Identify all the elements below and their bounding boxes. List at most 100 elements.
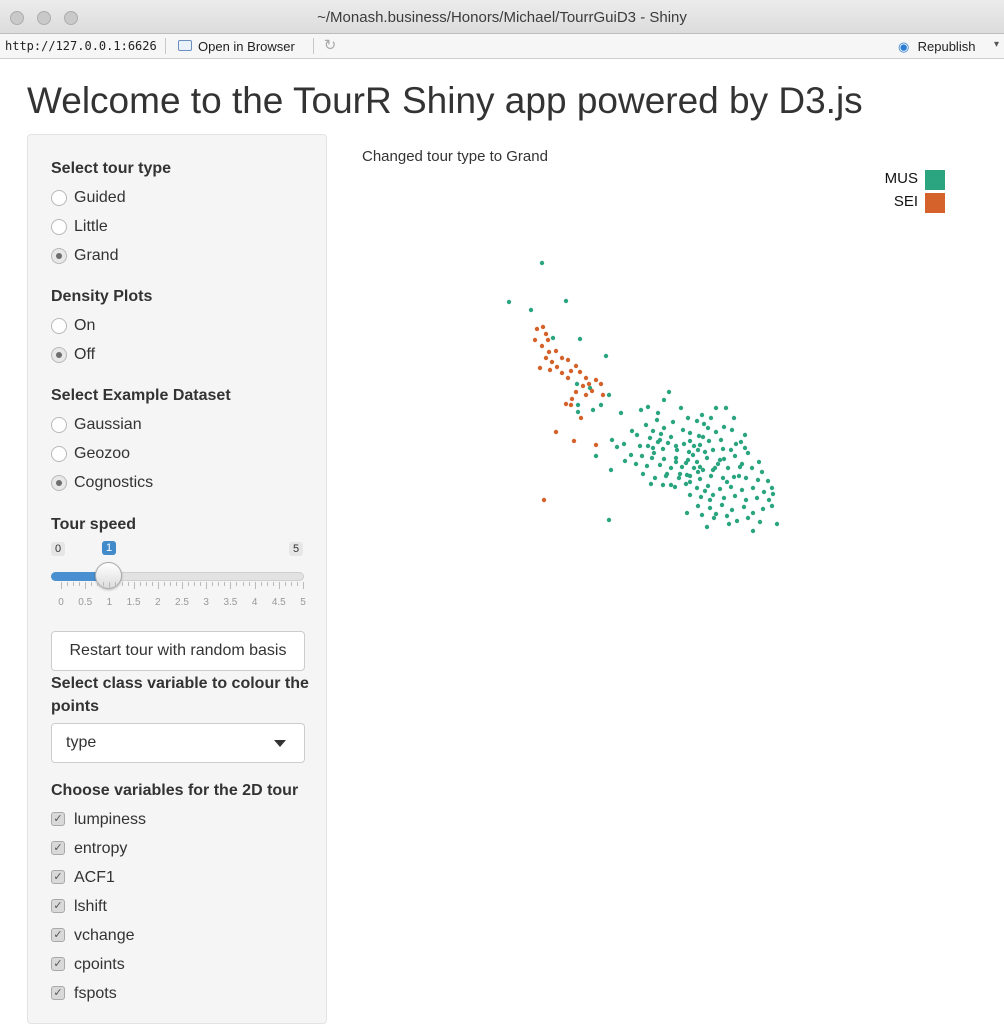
scatter-point-mus [654,417,660,423]
scatter-point-mus [528,307,534,313]
slider-tick [157,582,159,589]
scatter-point-sei [554,364,560,370]
slider-tick [254,582,256,589]
radio-button[interactable] [51,190,67,206]
slider-tick [61,582,62,589]
class-variable-select[interactable]: type [51,723,305,763]
radio-button-selected[interactable] [51,475,67,491]
scatter-point-mus [575,402,581,408]
window-titlebar: ~/Monash.business/Honors/Michael/TourrGu… [0,0,1004,34]
scatter-point-sei [559,355,565,361]
scatter-point-mus [715,461,721,467]
radio-label: Grand [74,247,119,264]
scatter-point-mus [736,473,742,479]
scatter-point-mus [698,494,704,500]
scatter-point-mus [774,521,780,527]
scatter-point-mus [706,438,712,444]
scatter-point-mus [720,475,726,481]
slider-tick [284,582,286,586]
restart-tour-button[interactable]: Restart tour with random basis [51,631,305,671]
checkmark-icon[interactable]: ✓ [51,928,65,942]
scatter-point-mus [677,471,683,477]
scatter-point-mus [719,502,725,508]
scatter-point-sei [565,375,571,381]
scatter-point-mus [701,421,707,427]
checkbox-label: entropy [74,840,128,857]
scatter-point-mus [696,433,702,439]
checkmark-icon[interactable]: ✓ [51,841,65,855]
scatter-point-mus [761,489,767,495]
viewer-toolbar: http://127.0.0.1:6626 Open in Browser ↻ … [0,34,1004,59]
scatter-point-mus [687,430,693,436]
scatter-point-mus [652,475,658,481]
scatter-point-mus [757,519,763,525]
slider-tick-label: 0 [58,597,64,608]
slider-tick [236,582,238,586]
url-text[interactable]: http://127.0.0.1:6626 [5,39,157,53]
slider-tick-label: 1.5 [126,597,141,608]
checkmark-icon[interactable]: ✓ [51,812,65,826]
scatter-point-mus [647,435,653,441]
radio-button-selected[interactable] [51,347,67,363]
radio-button[interactable] [51,318,67,334]
slider-tick [272,582,274,586]
scatter-point-mus [639,453,645,459]
scatter-point-mus [622,458,628,464]
scatter-point-mus [710,467,716,473]
radio-button-selected[interactable] [51,248,67,264]
scatter-point-mus [710,447,716,453]
slider-tick [163,582,165,586]
scatter-point-mus [769,485,775,491]
scatter-point-mus [725,465,731,471]
scatter-point-sei [559,370,565,376]
scatter-point-sei [583,392,589,398]
radio-label: Gaussian [74,416,142,433]
scatter-point-mus [731,474,737,480]
scatter-point-mus [684,510,690,516]
scatter-point-mus [670,419,676,425]
chevron-down-icon[interactable]: ▾ [994,39,999,50]
scatter-point-mus [750,510,756,516]
scatter-point-mus [657,462,663,468]
checkbox-label: cpoints [74,956,125,973]
slider-tick-label: 2.5 [175,597,189,608]
scatter-point-mus [732,453,738,459]
radio-button[interactable] [51,417,67,433]
scatter-point-sei [586,381,592,387]
slider-tick [121,582,123,586]
scatter-point-mus [668,465,674,471]
checkmark-icon[interactable]: ✓ [51,899,65,913]
checkmark-icon[interactable]: ✓ [51,986,65,1000]
scatter-point-mus [638,407,644,413]
status-message: Changed tour type to Grand [362,148,548,165]
checkmark-icon[interactable]: ✓ [51,957,65,971]
scatter-point-mus [697,476,703,482]
density-plots-label: Density Plots [51,288,153,305]
scatter-point-sei [539,343,545,349]
checkbox-label: ACF1 [74,869,115,886]
scatter-point-sei [583,375,589,381]
scatter-point-sei [537,365,543,371]
scatter-point-mus [731,415,737,421]
radio-button[interactable] [51,219,67,235]
checkmark-icon[interactable]: ✓ [51,870,65,884]
scatter-point-mus [606,517,612,523]
refresh-icon[interactable]: ↻ [321,37,339,55]
scatter-point-sei [543,355,549,361]
scatter-point-sei [598,381,604,387]
scatter-point-mus [765,478,771,484]
scatter-point-mus [723,405,729,411]
republish-button[interactable]: ◉ Republish [898,39,975,54]
radio-button[interactable] [51,446,67,462]
scatter-point-mus [665,440,671,446]
scatter-point-mus [637,443,643,449]
scatter-point-mus [707,497,713,503]
slider-tick [85,582,87,589]
scatter-point-sei [543,331,549,337]
scatter-point-mus [643,422,649,428]
scatter-point-mus [728,484,734,490]
scatter-point-mus [745,450,751,456]
slider-tick [248,582,250,586]
scatter-point-mus [694,418,700,424]
slider-ticks [51,582,304,592]
